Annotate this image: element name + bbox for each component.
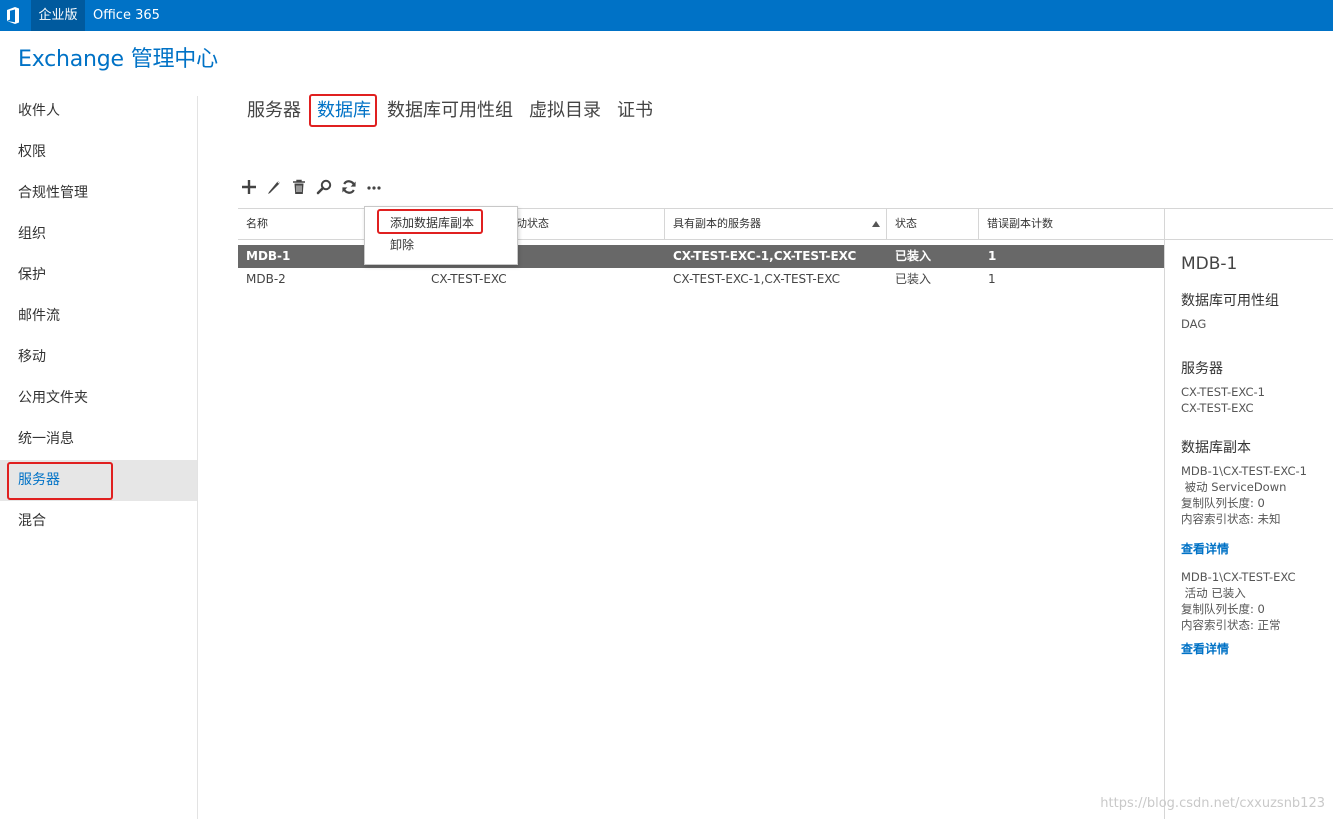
- cell-status: 已装入: [895, 249, 932, 263]
- copy-index-state: 内容索引状态: 正常: [1181, 618, 1281, 632]
- column-header-status[interactable]: 状态: [886, 209, 978, 239]
- nav-item-mail-flow[interactable]: 邮件流: [0, 296, 197, 337]
- edit-icon: [267, 181, 280, 194]
- nav-item-protection[interactable]: 保护: [0, 255, 197, 296]
- add-button[interactable]: [239, 176, 258, 198]
- top-bar: 企业版 Office 365: [0, 0, 1333, 31]
- cell-bad-copy-count: 1: [988, 249, 997, 263]
- tab-servers[interactable]: 服务器: [247, 96, 301, 126]
- more-icon: [366, 186, 381, 190]
- view-details-link[interactable]: 查看详情: [1181, 540, 1229, 557]
- nav-item-unified-messaging[interactable]: 统一消息: [0, 419, 197, 460]
- details-title: MDB-1: [1181, 254, 1238, 274]
- nav-item-mobile[interactable]: 移动: [0, 337, 197, 378]
- details-dag-value: DAG: [1181, 317, 1207, 331]
- tab-virtual-directories[interactable]: 虚拟目录: [529, 96, 601, 126]
- column-header-servers-label: 具有副本的服务器: [673, 217, 761, 230]
- view-details-link[interactable]: 查看详情: [1181, 640, 1229, 657]
- nav-item-public-folders[interactable]: 公用文件夹: [0, 378, 197, 419]
- refresh-icon: [341, 180, 356, 194]
- nav-item-permissions[interactable]: 权限: [0, 132, 197, 173]
- cell-name: MDB-1: [246, 249, 291, 263]
- copy-queue-length: 复制队列长度: 0: [1181, 602, 1265, 616]
- add-icon: [241, 180, 256, 194]
- sub-tabs: 服务器 数据库 数据库可用性组 虚拟目录 证书: [247, 96, 653, 126]
- menu-item-add-database-copy[interactable]: 添加数据库副本: [365, 212, 517, 234]
- column-header-servers[interactable]: 具有副本的服务器: [664, 209, 886, 239]
- copy-name: MDB-1\CX-TEST-EXC: [1181, 570, 1296, 584]
- search-icon: [316, 179, 331, 195]
- delete-button[interactable]: [289, 176, 308, 198]
- copy-name: MDB-1\CX-TEST-EXC-1: [1181, 464, 1307, 478]
- toolbar: [239, 176, 383, 198]
- nav-item-compliance[interactable]: 合规性管理: [0, 173, 197, 214]
- cell-active-server: CX-TEST-EXC: [431, 272, 507, 286]
- menu-item-dismount[interactable]: 卸除: [365, 234, 517, 256]
- details-servers-heading: 服务器: [1181, 361, 1223, 377]
- details-server: CX-TEST-EXC-1: [1181, 385, 1265, 399]
- table-row[interactable]: MDB-2 CX-TEST-EXC CX-TEST-EXC-1,CX-TEST-…: [238, 268, 1164, 291]
- sort-ascending-icon: [872, 221, 880, 227]
- copy-state: 活动 已装入: [1181, 586, 1246, 600]
- nav-divider: [197, 96, 198, 819]
- office365-link[interactable]: Office 365: [93, 0, 160, 31]
- copy-index-state: 内容索引状态: 未知: [1181, 512, 1281, 526]
- delete-icon: [292, 179, 305, 194]
- nav-item-organization[interactable]: 组织: [0, 214, 197, 255]
- nav-item-hybrid[interactable]: 混合: [0, 501, 197, 542]
- left-nav: 收件人 权限 合规性管理 组织 保护 邮件流 移动 公用文件夹 统一消息 服务器…: [0, 91, 197, 542]
- tab-dag[interactable]: 数据库可用性组: [387, 96, 513, 126]
- details-server: CX-TEST-EXC: [1181, 401, 1254, 415]
- cell-servers: CX-TEST-EXC-1,CX-TEST-EXC: [673, 249, 857, 263]
- nav-item-servers[interactable]: 服务器: [0, 460, 197, 501]
- details-header: [1165, 208, 1333, 240]
- column-header-bad-copy-count[interactable]: 错误副本计数: [978, 209, 1164, 239]
- search-button[interactable]: [314, 176, 333, 198]
- details-pane: MDB-1 数据库可用性组 DAG 服务器 CX-TEST-EXC-1 CX-T…: [1164, 208, 1333, 819]
- details-copies-heading: 数据库副本: [1181, 440, 1251, 456]
- more-actions-menu: 添加数据库副本 卸除: [364, 206, 518, 265]
- cell-status: 已装入: [895, 272, 932, 286]
- cell-name: MDB-2: [246, 272, 286, 286]
- edit-button[interactable]: [264, 176, 283, 198]
- tab-databases[interactable]: 数据库: [317, 96, 371, 126]
- page-title: Exchange 管理中心: [18, 47, 218, 72]
- edition-label[interactable]: 企业版: [31, 0, 85, 31]
- copy-state: 被动 ServiceDown: [1181, 480, 1287, 494]
- cell-bad-copy-count: 1: [988, 272, 996, 286]
- watermark: https://blog.csdn.net/cxxuzsnb123: [1100, 796, 1325, 811]
- refresh-button[interactable]: [339, 176, 358, 198]
- tab-certificates[interactable]: 证书: [617, 96, 653, 126]
- nav-item-recipients[interactable]: 收件人: [0, 91, 197, 132]
- details-dag-heading: 数据库可用性组: [1181, 293, 1279, 309]
- office-logo-icon[interactable]: [6, 7, 20, 24]
- cell-servers: CX-TEST-EXC-1,CX-TEST-EXC: [673, 272, 841, 286]
- more-button[interactable]: [364, 176, 383, 198]
- copy-queue-length: 复制队列长度: 0: [1181, 496, 1265, 510]
- column-header-name[interactable]: 名称: [238, 209, 268, 239]
